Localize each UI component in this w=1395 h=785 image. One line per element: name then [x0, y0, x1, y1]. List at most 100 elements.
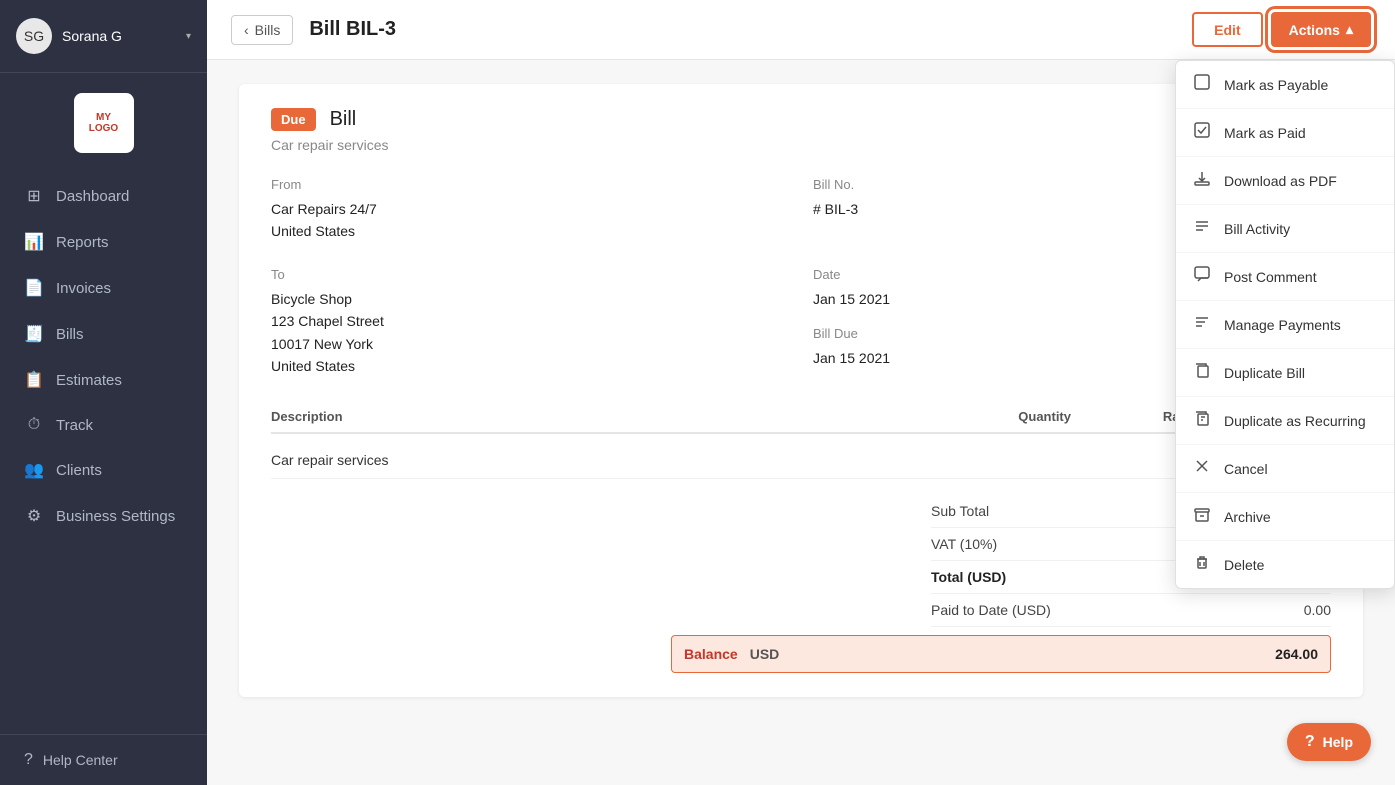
dropdown-item-label: Mark as Payable: [1224, 77, 1328, 93]
dropdown-item-cancel[interactable]: Cancel: [1176, 445, 1394, 493]
help-button-label: Help: [1323, 734, 1353, 750]
dropdown-item-mark-paid[interactable]: Mark as Paid: [1176, 109, 1394, 157]
status-badge: Due: [271, 108, 316, 131]
col-description: Description: [271, 409, 951, 424]
sidebar-item-label: Bills: [56, 326, 84, 343]
row-description: Car repair services: [271, 452, 951, 468]
sidebar-item-estimates[interactable]: 📋 Estimates: [0, 357, 207, 403]
sidebar-nav: ⊞ Dashboard 📊 Reports 📄 Invoices 🧾 Bills…: [0, 163, 207, 734]
table-header: Description Quantity Rate Amount: [271, 409, 1331, 434]
logo-box: MY LOGO: [74, 93, 134, 153]
dropdown-item-label: Duplicate as Recurring: [1224, 413, 1366, 429]
bill-activity-icon: [1192, 217, 1212, 240]
actions-chevron-icon: ▴: [1346, 21, 1353, 38]
company-logo: MY LOGO: [0, 73, 207, 163]
sidebar-item-label: Dashboard: [56, 188, 129, 205]
dropdown-item-delete[interactable]: Delete: [1176, 541, 1394, 588]
bill-from-section: From Car Repairs 24/7 United States: [271, 177, 789, 243]
dropdown-item-label: Manage Payments: [1224, 317, 1341, 333]
sidebar-item-bills[interactable]: 🧾 Bills: [0, 311, 207, 357]
dropdown-item-bill-activity[interactable]: Bill Activity: [1176, 205, 1394, 253]
business-settings-icon: ⚙: [24, 506, 44, 526]
bill-type: Bill: [330, 108, 357, 131]
dropdown-item-mark-payable[interactable]: Mark as Payable: [1176, 61, 1394, 109]
row-quantity: [951, 452, 1071, 468]
paid-row: Paid to Date (USD) 0.00: [931, 594, 1331, 627]
from-label: From: [271, 177, 789, 192]
sub-total-label: Sub Total: [931, 503, 989, 519]
balance-label: Balance: [684, 646, 738, 662]
reports-icon: 📊: [24, 232, 44, 252]
actions-button-label: Actions: [1289, 22, 1340, 38]
archive-icon: [1192, 505, 1212, 528]
row-rate: [1071, 452, 1191, 468]
bill-header-row: Due Bill: [271, 108, 1331, 131]
bill-info-grid: From Car Repairs 24/7 United States Bill…: [271, 177, 1331, 377]
paid-value: 0.00: [1304, 602, 1331, 618]
track-icon: ⏱: [24, 416, 44, 434]
actions-dropdown: Mark as Payable Mark as Paid Download as…: [1175, 60, 1395, 589]
dropdown-item-archive[interactable]: Archive: [1176, 493, 1394, 541]
to-address: Bicycle Shop 123 Chapel Street 10017 New…: [271, 288, 789, 378]
sidebar-item-invoices[interactable]: 📄 Invoices: [0, 265, 207, 311]
help-center-icon: ?: [24, 751, 33, 769]
paid-label: Paid to Date (USD): [931, 602, 1051, 618]
manage-payments-icon: [1192, 313, 1212, 336]
sidebar: SG Sorana G ▾ MY LOGO ⊞ Dashboard 📊 Repo…: [0, 0, 207, 785]
post-comment-icon: [1192, 265, 1212, 288]
dropdown-item-label: Bill Activity: [1224, 221, 1290, 237]
download-pdf-icon: [1192, 169, 1212, 192]
sidebar-item-label: Business Settings: [56, 508, 175, 525]
help-center-link[interactable]: ? Help Center: [0, 734, 207, 785]
dropdown-item-label: Archive: [1224, 509, 1271, 525]
dropdown-item-duplicate-bill[interactable]: Duplicate Bill: [1176, 349, 1394, 397]
dropdown-item-duplicate-recurring[interactable]: Duplicate as Recurring: [1176, 397, 1394, 445]
back-button[interactable]: ‹ Bills: [231, 15, 293, 45]
back-chevron-icon: ‹: [244, 22, 249, 38]
cancel-icon: [1192, 457, 1212, 480]
vat-label: VAT (10%): [931, 536, 997, 552]
dropdown-item-label: Download as PDF: [1224, 173, 1337, 189]
to-label: To: [271, 267, 789, 282]
dropdown-item-label: Post Comment: [1224, 269, 1317, 285]
col-rate: Rate: [1071, 409, 1191, 424]
from-name: Car Repairs 24/7 United States: [271, 198, 789, 243]
help-center-label: Help Center: [43, 752, 118, 768]
user-chevron-icon: ▾: [186, 31, 191, 42]
clients-icon: 👥: [24, 460, 44, 480]
page-title: Bill BIL-3: [309, 18, 1176, 41]
back-button-label: Bills: [255, 22, 281, 38]
duplicate-recurring-icon: [1192, 409, 1212, 432]
delete-icon: [1192, 553, 1212, 576]
totals-section: Sub Total 240.00 VAT (10%) 24.00 Total (…: [271, 495, 1331, 673]
balance-currency: USD: [750, 646, 1275, 662]
sidebar-item-label: Reports: [56, 234, 109, 251]
dropdown-item-label: Cancel: [1224, 461, 1268, 477]
bill-subtitle: Car repair services: [271, 137, 1331, 153]
main-content: ‹ Bills Bill BIL-3 Edit Actions ▴ Mark a…: [207, 0, 1395, 785]
username: Sorana G: [62, 28, 176, 44]
dropdown-item-label: Duplicate Bill: [1224, 365, 1305, 381]
mark-payable-icon: [1192, 73, 1212, 96]
invoices-icon: 📄: [24, 278, 44, 298]
sidebar-item-dashboard[interactable]: ⊞ Dashboard: [0, 173, 207, 219]
help-button[interactable]: ? Help: [1287, 723, 1371, 761]
help-circle-icon: ?: [1305, 733, 1315, 751]
dropdown-item-post-comment[interactable]: Post Comment: [1176, 253, 1394, 301]
page-header: ‹ Bills Bill BIL-3 Edit Actions ▴ Mark a…: [207, 0, 1395, 60]
dropdown-item-label: Mark as Paid: [1224, 125, 1306, 141]
user-menu[interactable]: SG Sorana G ▾: [0, 0, 207, 73]
actions-button[interactable]: Actions ▴: [1271, 12, 1371, 47]
estimates-icon: 📋: [24, 370, 44, 390]
dropdown-item-manage-payments[interactable]: Manage Payments: [1176, 301, 1394, 349]
sidebar-item-label: Track: [56, 417, 93, 434]
header-actions: Edit Actions ▴: [1192, 12, 1371, 47]
sidebar-item-business-settings[interactable]: ⚙ Business Settings: [0, 493, 207, 539]
sidebar-item-track[interactable]: ⏱ Track: [0, 403, 207, 447]
dropdown-item-download-pdf[interactable]: Download as PDF: [1176, 157, 1394, 205]
col-quantity: Quantity: [951, 409, 1071, 424]
sidebar-item-reports[interactable]: 📊 Reports: [0, 219, 207, 265]
sidebar-item-label: Estimates: [56, 372, 122, 389]
sidebar-item-clients[interactable]: 👥 Clients: [0, 447, 207, 493]
edit-button[interactable]: Edit: [1192, 12, 1262, 47]
